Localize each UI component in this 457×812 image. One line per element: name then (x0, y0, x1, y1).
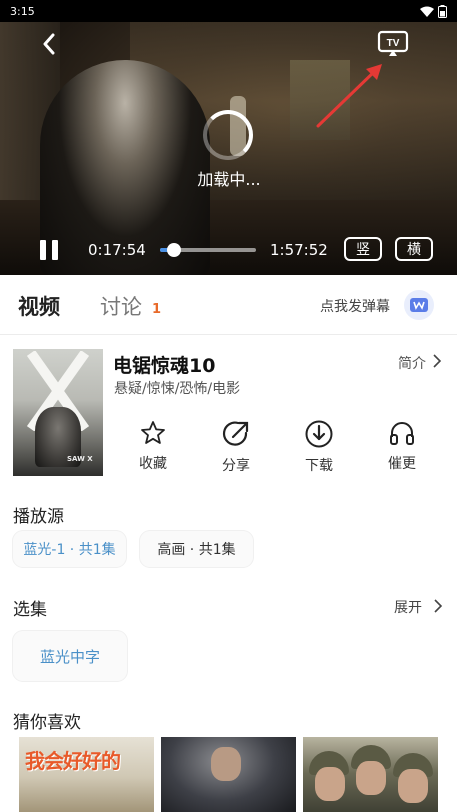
favorite-button[interactable]: 收藏 (128, 419, 178, 473)
portrait-button[interactable]: 竖 (344, 237, 382, 261)
content-tabs: 视频 讨论 1 点我发弹幕 (0, 275, 457, 335)
download-label: 下载 (305, 458, 333, 474)
action-bar: 收藏 分享 下载 催更 (120, 419, 457, 479)
sources-title: 播放源 (13, 507, 64, 527)
share-label: 分享 (222, 458, 250, 474)
recommend-card[interactable] (303, 737, 438, 812)
movie-title: 电锯惊魂10 (113, 355, 216, 377)
download-button[interactable]: 下载 (294, 419, 344, 475)
back-button[interactable] (36, 30, 62, 58)
loading-text: 加载中... (197, 170, 261, 189)
intro-link[interactable]: 简介 (398, 353, 426, 373)
loading-spinner (203, 110, 253, 160)
status-time: 3:15 (10, 4, 35, 18)
chevron-left-icon (43, 33, 55, 55)
discuss-count-badge: 1 (152, 302, 162, 317)
total-time: 1:57:52 (270, 241, 328, 259)
urge-update-button[interactable]: 催更 (377, 419, 427, 473)
episodes-title: 选集 (13, 600, 47, 620)
movie-genres: 悬疑/惊悚/恐怖/电影 (114, 381, 241, 397)
episode-chip[interactable]: 蓝光中字 (13, 631, 127, 681)
chevron-right-icon[interactable] (432, 354, 442, 368)
star-icon (141, 421, 165, 444)
chevron-right-icon[interactable] (433, 599, 443, 613)
pause-icon (40, 240, 46, 260)
status-bar: 3:15 (0, 0, 457, 22)
movie-poster[interactable]: SAW X (13, 349, 103, 476)
progress-knob[interactable] (167, 243, 182, 257)
tab-video[interactable]: 视频 (18, 291, 60, 321)
battery-icon (438, 4, 447, 18)
send-danmu-button[interactable]: 点我发弹幕 (320, 296, 390, 316)
danmu-button[interactable] (404, 290, 434, 320)
recommend-card[interactable] (161, 737, 296, 812)
wifi-icon (420, 6, 434, 17)
source-chip-bluray[interactable]: 蓝光-1 · 共1集 (13, 531, 126, 567)
recommend-card[interactable]: 我会好好的 (19, 737, 154, 812)
video-frame-window (290, 60, 350, 140)
recommend-card-face (211, 747, 241, 781)
favorite-label: 收藏 (139, 456, 167, 472)
source-chip-hd[interactable]: 高画 · 共1集 (140, 531, 253, 567)
movie-info-panel: SAW X 电锯惊魂10 悬疑/惊悚/恐怖/电影 简介 收藏 分享 下载 催更 … (0, 335, 457, 812)
tab-discuss[interactable]: 讨论 (100, 291, 142, 321)
poster-title: SAW X (67, 455, 93, 463)
urge-update-label: 催更 (388, 456, 416, 472)
danmu-icon (410, 298, 428, 312)
landscape-button[interactable]: 横 (395, 237, 433, 261)
cast-tv-button[interactable]: TV (376, 30, 410, 58)
download-icon (305, 420, 333, 448)
current-time: 0:17:54 (88, 241, 146, 259)
expand-episodes-button[interactable]: 展开 (394, 597, 422, 617)
share-button[interactable]: 分享 (211, 419, 261, 475)
tv-cast-icon: TV (377, 30, 409, 56)
player-controls: 0:17:54 1:57:52 竖 横 (0, 232, 457, 268)
recommend-title: 猜你喜欢 (13, 713, 81, 733)
recommend-card-title: 我会好好的 (25, 749, 121, 773)
progress-bar[interactable] (160, 243, 256, 257)
tv-icon-label: TV (387, 38, 400, 49)
pause-button[interactable] (38, 240, 60, 262)
headphones-icon (390, 422, 414, 445)
video-player[interactable]: 3:15 TV 加载中... 0:17:54 1:57:52 竖 横 (0, 0, 457, 275)
share-icon (222, 421, 249, 446)
